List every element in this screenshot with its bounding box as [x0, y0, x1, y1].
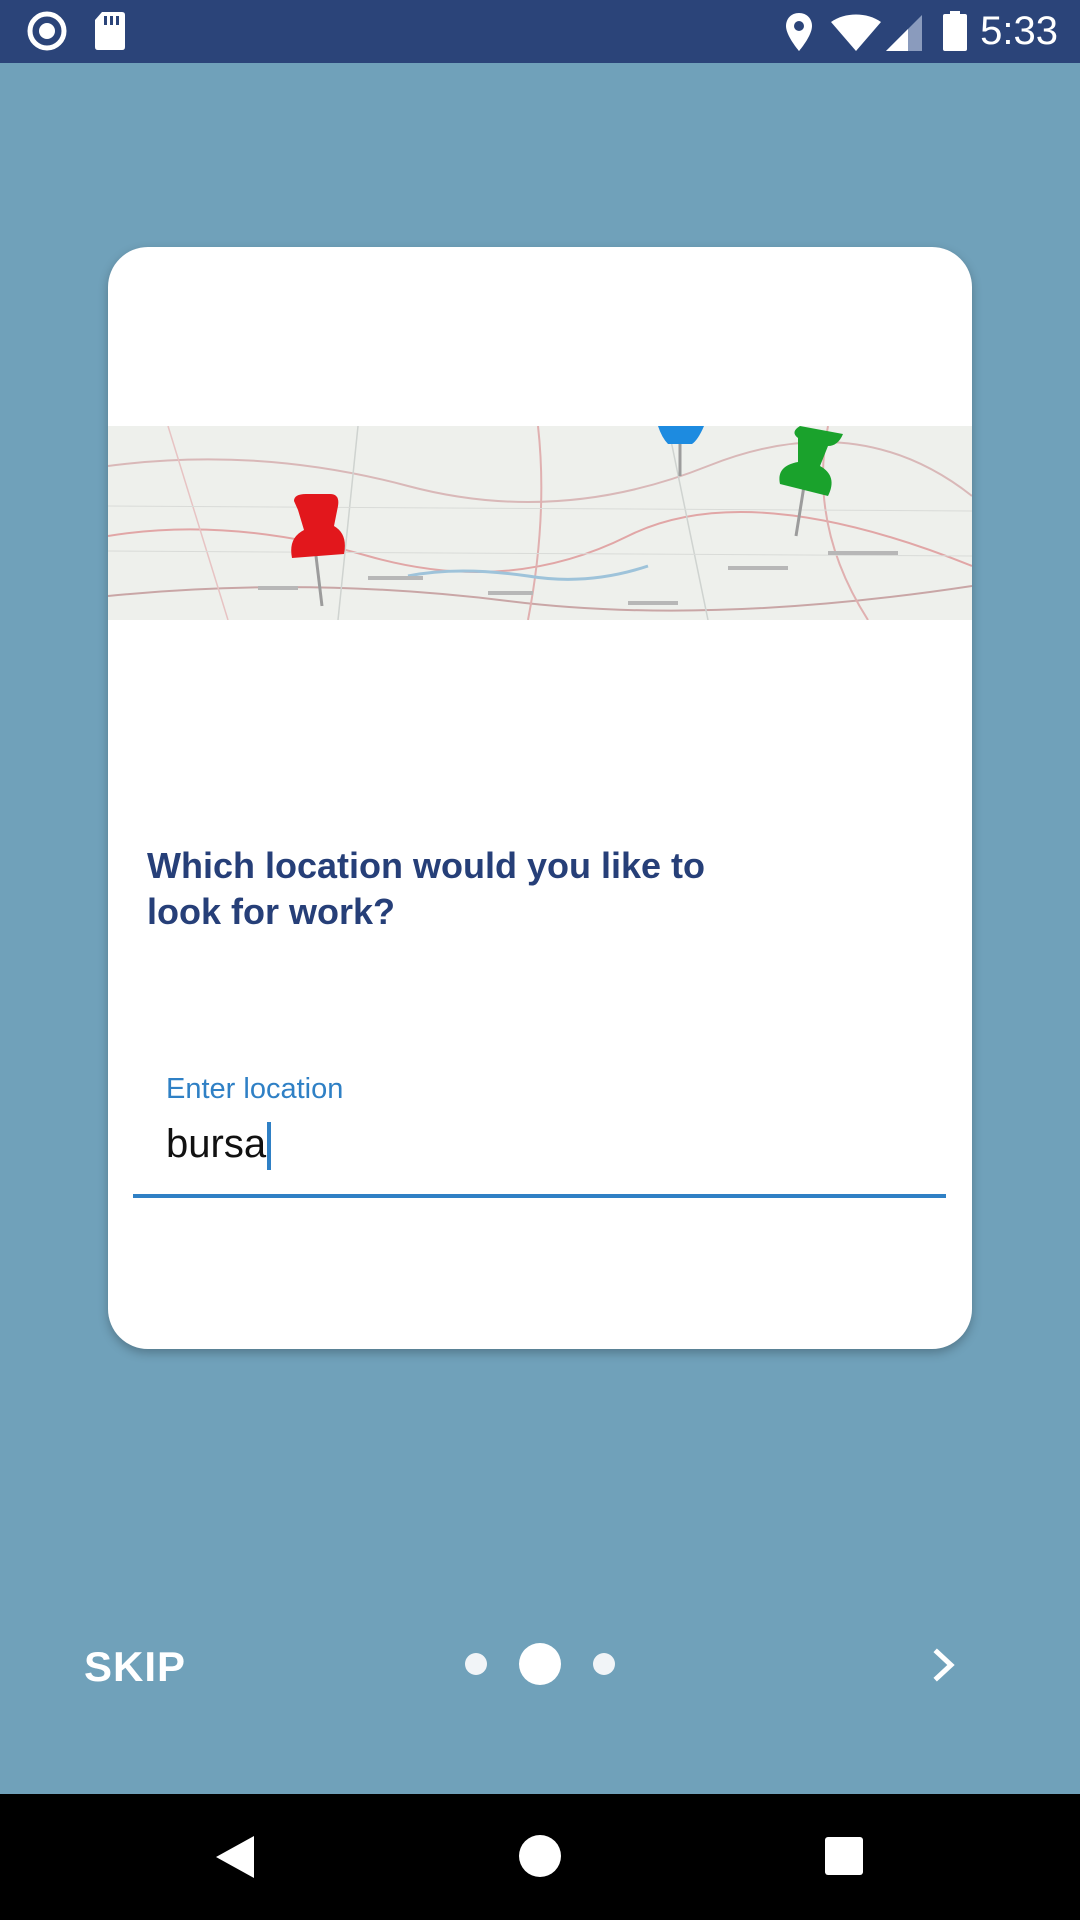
screen: 5:33 Which location would you like to lo…: [0, 0, 1080, 1920]
sd-card-icon: [94, 10, 126, 57]
location-input-value: bursa: [166, 1122, 267, 1166]
onboarding-card: Which location would you like to look fo…: [108, 247, 972, 1349]
recents-icon[interactable]: [824, 1836, 864, 1881]
record-icon: [26, 10, 68, 57]
location-field-label: Enter location: [166, 1073, 344, 1105]
location-input[interactable]: bursa: [166, 1119, 272, 1171]
battery-icon: [942, 10, 968, 57]
status-time: 5:33: [980, 9, 1058, 53]
text-cursor: [267, 1122, 272, 1171]
home-icon[interactable]: [518, 1834, 562, 1883]
signal-icon: [884, 14, 924, 57]
page-indicator-dot-3: [593, 1653, 615, 1675]
status-bar: 5:33: [0, 0, 1080, 63]
system-nav-bar: [0, 1794, 1080, 1920]
next-arrow-icon[interactable]: [930, 1645, 960, 1690]
skip-button[interactable]: SKIP: [84, 1643, 186, 1691]
location-input-underline: [133, 1194, 946, 1198]
wifi-icon: [830, 14, 882, 57]
question-heading: Which location would you like to look fo…: [147, 845, 705, 932]
location-icon: [784, 12, 814, 57]
map-image: [108, 426, 972, 620]
back-icon[interactable]: [214, 1834, 256, 1885]
page-indicator-dot-2-active: [519, 1643, 561, 1685]
page-indicator-dot-1: [465, 1653, 487, 1675]
